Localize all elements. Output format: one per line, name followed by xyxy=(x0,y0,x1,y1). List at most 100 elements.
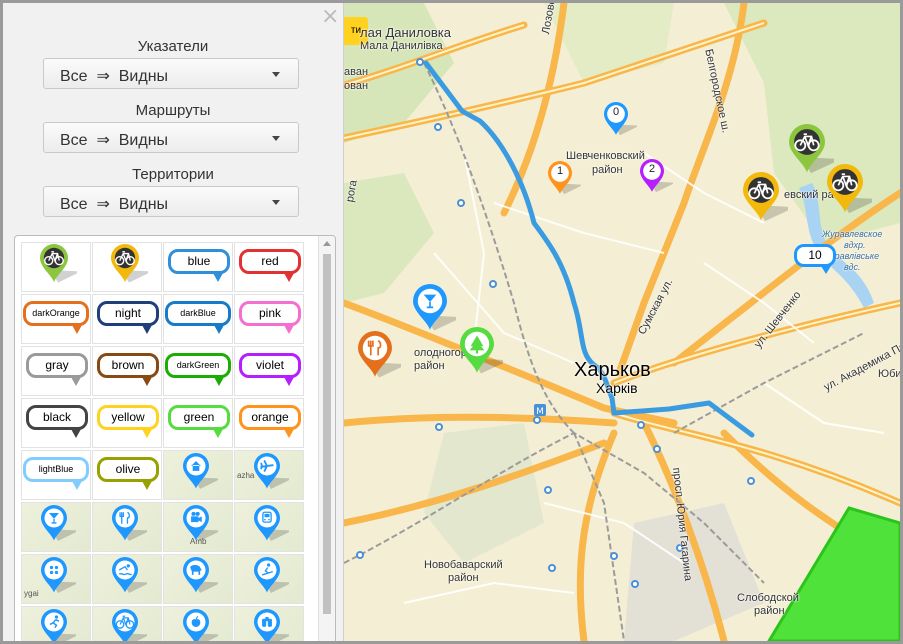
marker-style-cell[interactable] xyxy=(21,242,91,292)
color-bubble: night xyxy=(97,301,159,334)
marker-style-cell[interactable] xyxy=(163,554,233,604)
bubble-tail xyxy=(72,325,82,334)
bar-marker[interactable] xyxy=(412,283,463,337)
marker-style-cell[interactable]: green xyxy=(163,398,233,448)
color-bubble: pink xyxy=(239,301,301,334)
territories-select[interactable]: Все ⇒ Видны xyxy=(43,186,299,217)
marker-style-cell[interactable]: yellow xyxy=(92,398,162,448)
marker-number: 0 xyxy=(612,105,620,118)
bubble-label: darkGreen xyxy=(176,360,220,370)
marker-style-cell[interactable]: darkBlue xyxy=(163,294,233,344)
marker-number: 10 xyxy=(808,248,822,262)
color-bubble: olive xyxy=(97,457,159,490)
routes-select[interactable]: Все ⇒ Видны xyxy=(43,122,299,153)
scrollbar[interactable] xyxy=(318,236,335,641)
city-label: Харків xyxy=(596,380,638,396)
marker-style-cell[interactable] xyxy=(92,606,162,641)
tree-icon xyxy=(459,326,510,380)
bubble-label: olive xyxy=(115,462,141,476)
bicycle-icon xyxy=(826,163,880,220)
chevron-down-icon xyxy=(272,72,280,77)
map-label: район xyxy=(592,164,623,176)
marker-style-cell[interactable]: black xyxy=(21,398,91,448)
marker-style-cell[interactable]: orange xyxy=(234,398,304,448)
map-label: Новобаварский xyxy=(424,559,503,571)
marker-style-cell[interactable] xyxy=(234,554,304,604)
scrollbar-thumb[interactable] xyxy=(323,254,331,614)
numbered-marker[interactable]: 0 xyxy=(603,101,640,141)
chevron-down-icon xyxy=(272,136,280,141)
bubble-label: red xyxy=(261,254,279,268)
marker-style-cell[interactable] xyxy=(21,502,91,552)
swimming-icon xyxy=(111,556,151,599)
bubble-label: black xyxy=(42,410,71,424)
group-label-territories: Территории xyxy=(132,166,214,183)
marker-style-cell[interactable]: night xyxy=(92,294,162,344)
marker-style-cell[interactable]: azha xyxy=(234,450,304,500)
marker-style-cell[interactable] xyxy=(163,606,233,641)
marker-style-cell[interactable]: olive xyxy=(92,450,162,500)
marker-style-cell[interactable] xyxy=(92,242,162,292)
pointers-select[interactable]: Все ⇒ Видны xyxy=(43,58,299,89)
marker-style-cell[interactable]: lightBlue xyxy=(21,450,91,500)
marker-style-cell[interactable] xyxy=(234,606,304,641)
marker-style-cell[interactable] xyxy=(163,450,233,500)
bubble-tail xyxy=(71,377,81,386)
marker-style-cell[interactable]: violet xyxy=(234,346,304,396)
home-icon xyxy=(182,452,222,495)
marker-style-cell[interactable]: ilam xyxy=(21,606,91,641)
marker-style-cell[interactable]: Amb xyxy=(163,502,233,552)
numbered-marker[interactable]: 2 xyxy=(639,158,676,198)
marker-style-cell[interactable]: brown xyxy=(92,346,162,396)
restaurant-icon xyxy=(111,504,151,547)
bubble-label: night xyxy=(114,306,142,320)
marker-icon xyxy=(547,160,584,200)
bubble-tail xyxy=(142,325,152,334)
marker-style-cell[interactable] xyxy=(92,502,162,552)
marker-style-cell[interactable] xyxy=(92,554,162,604)
marker-style-cell[interactable]: gray xyxy=(21,346,91,396)
marker-style-cell[interactable] xyxy=(234,502,304,552)
bubble-label: darkOrange xyxy=(32,308,80,318)
marker-style-cell[interactable]: blue xyxy=(163,242,233,292)
filter-panel: × Указатели Все ⇒ Видны Маршруты Все ⇒ В… xyxy=(3,3,344,641)
numbered-bubble-marker[interactable]: 10 xyxy=(794,244,836,274)
map-label: вдхр. xyxy=(844,240,866,250)
bubble-tail xyxy=(213,429,223,438)
marker-style-cell[interactable]: red xyxy=(234,242,304,292)
bubble-tail xyxy=(142,377,152,386)
bubble-tail xyxy=(72,481,82,490)
bubble-label: yellow xyxy=(111,410,145,424)
bubble-label: blue xyxy=(187,254,211,268)
marker-style-cell[interactable]: darkOrange xyxy=(21,294,91,344)
restaurant-marker[interactable] xyxy=(357,330,408,384)
cocktail-icon xyxy=(412,283,463,337)
bicycle-marker[interactable] xyxy=(742,171,796,228)
marker-style-cell[interactable]: ygai xyxy=(21,554,91,604)
numbered-marker[interactable]: 1 xyxy=(547,160,584,200)
map-label: район xyxy=(754,605,785,617)
chevron-down-icon xyxy=(272,200,280,205)
group-label-pointers: Указатели xyxy=(137,38,209,55)
bicycle-marker[interactable] xyxy=(826,163,880,220)
marker-style-cell[interactable]: pink xyxy=(234,294,304,344)
bubble-tail xyxy=(284,377,294,386)
bicycle-icon xyxy=(742,171,796,228)
map-label: район xyxy=(448,572,479,584)
bubble-label: gray xyxy=(45,358,69,372)
color-bubble: orange xyxy=(239,405,301,438)
close-icon[interactable]: × xyxy=(321,6,339,28)
bubble-tail xyxy=(284,325,294,334)
bubble-label: pink xyxy=(258,306,281,320)
bubble-tail xyxy=(284,429,294,438)
scroll-up-icon[interactable] xyxy=(323,241,331,246)
camera-icon xyxy=(182,504,222,547)
color-bubble: violet xyxy=(239,353,301,386)
group-label-routes: Маршруты xyxy=(135,102,211,119)
color-bubble: lightBlue xyxy=(23,457,89,490)
park-marker[interactable] xyxy=(459,326,510,380)
marker-style-cell[interactable]: darkGreen xyxy=(163,346,233,396)
map-label: район xyxy=(414,360,445,372)
map-label: Юби xyxy=(878,368,900,380)
map-view[interactable]: М ти лая Даниловка Мала Данилівка аван о… xyxy=(344,3,900,641)
